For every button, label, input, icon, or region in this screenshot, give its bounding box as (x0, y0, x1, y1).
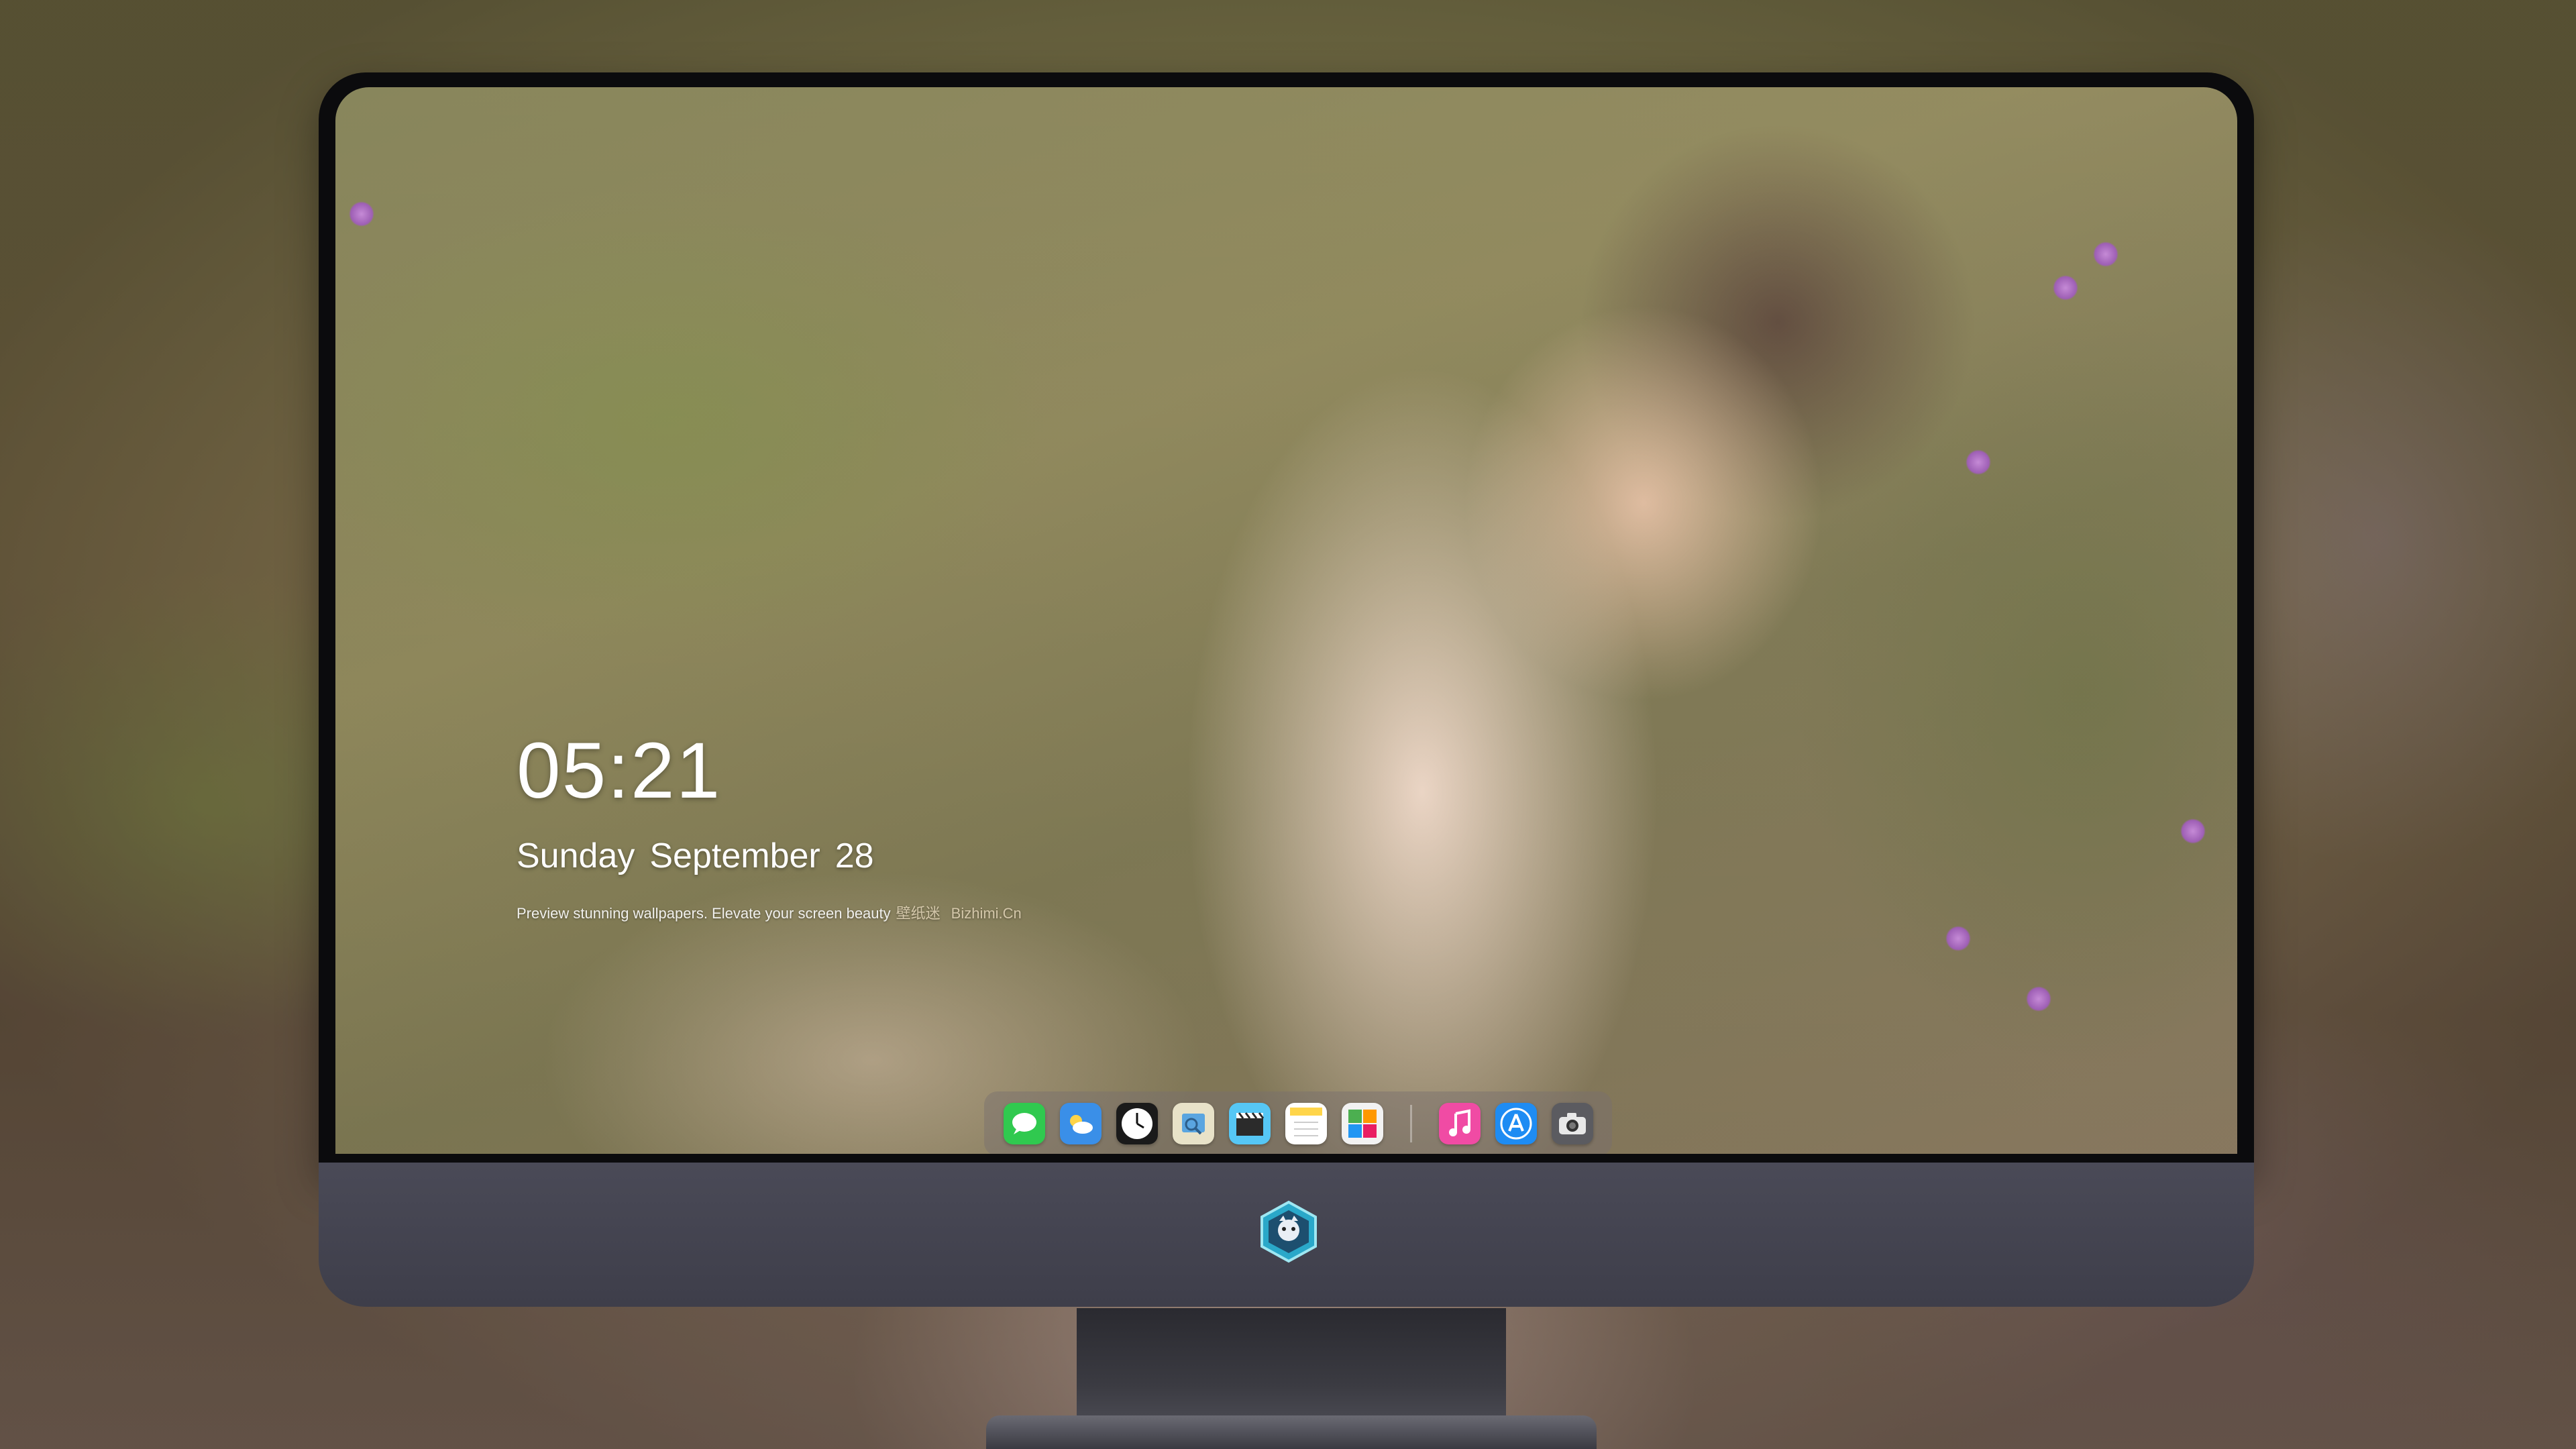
wallpaper-flower (2053, 275, 2078, 301)
wallpaper-flower (2180, 818, 2206, 844)
clips-icon[interactable] (1228, 1103, 1271, 1144)
music-icon[interactable] (1438, 1103, 1481, 1144)
date-month: September (649, 837, 820, 875)
dock-separator (1409, 1105, 1412, 1142)
notes-icon[interactable] (1285, 1103, 1327, 1144)
clock-icon[interactable] (1116, 1103, 1158, 1144)
wallpaper-flower (2093, 241, 2118, 267)
tagline-cn: 壁纸迷 (896, 905, 941, 922)
wallpaper-haze (335, 87, 2237, 1154)
preview-icon[interactable] (1172, 1103, 1214, 1144)
wallpaper-flower (1945, 926, 1971, 951)
wallpaper-flower (349, 201, 374, 227)
dock (984, 1091, 1612, 1154)
screen-bezel: 05:21 Sunday September 28 Preview stunni… (319, 72, 2254, 1173)
brand-logo-icon (1256, 1199, 1321, 1264)
wallpaper-flower (1966, 449, 1991, 475)
date-day: 28 (835, 837, 874, 875)
tagline-text: Preview stunning wallpapers. Elevate you… (517, 905, 891, 922)
clock-time: 05:21 (517, 727, 722, 815)
desktop-screen: 05:21 Sunday September 28 Preview stunni… (335, 87, 2237, 1154)
monitor-stand-base (986, 1415, 1597, 1449)
wallpaper-flower (2026, 986, 2051, 1012)
wallpaper-tagline: Preview stunning wallpapers. Elevate you… (517, 902, 1027, 923)
date-line: Sunday September 28 (517, 836, 1027, 876)
lockscreen-widget: 05:21 Sunday September 28 Preview stunni… (517, 731, 1027, 923)
date-weekday: Sunday (517, 837, 635, 875)
photobooth-icon[interactable] (1341, 1103, 1383, 1144)
camera-icon[interactable] (1551, 1103, 1593, 1144)
tagline-site: Bizhimi.Cn (951, 905, 1022, 922)
imac-monitor: 05:21 Sunday September 28 Preview stunni… (319, 72, 2254, 1449)
messages-icon[interactable] (1003, 1103, 1045, 1144)
appstore-icon[interactable] (1495, 1103, 1537, 1144)
weather-icon[interactable] (1059, 1103, 1102, 1144)
